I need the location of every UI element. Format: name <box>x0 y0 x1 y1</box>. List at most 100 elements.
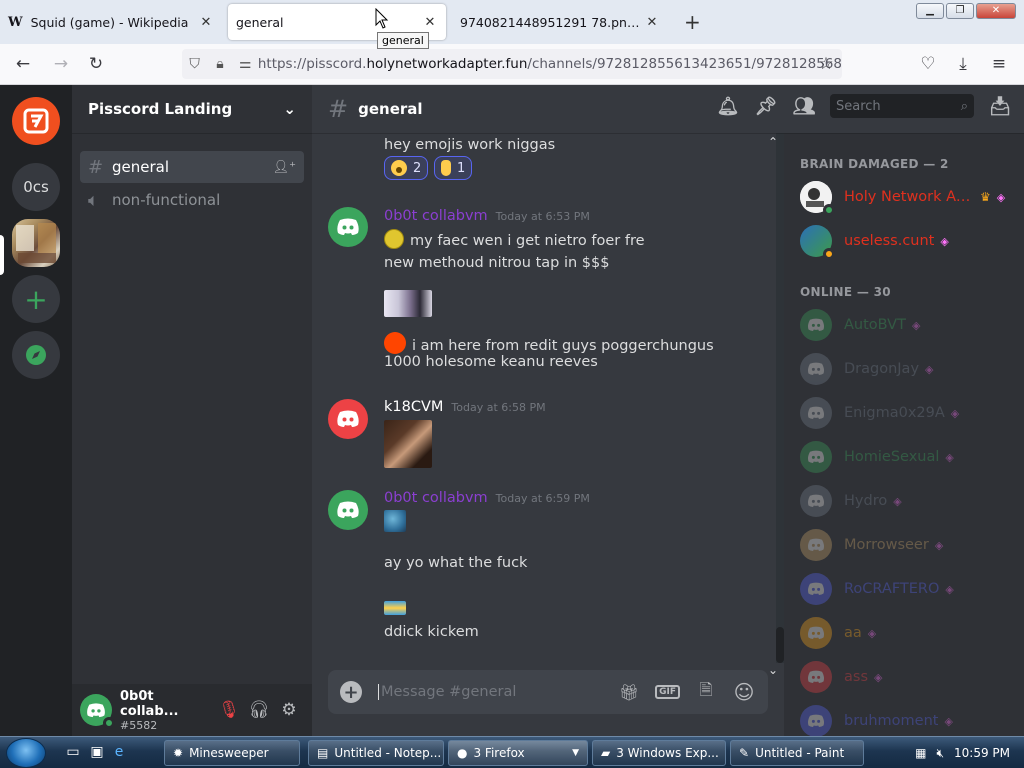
avatar[interactable] <box>80 694 115 729</box>
scroll-thumb[interactable] <box>776 627 784 663</box>
discord-logo-icon <box>808 406 824 419</box>
pocket-icon[interactable]: ♡ <box>917 54 939 74</box>
avatar[interactable] <box>328 490 368 530</box>
download-icon[interactable]: ⤓ <box>952 54 974 74</box>
image-attachment[interactable] <box>384 510 406 532</box>
network-icon[interactable]: ▦ <box>915 746 926 760</box>
internet-explorer-icon[interactable]: e <box>110 744 128 760</box>
avatar[interactable] <box>328 399 368 439</box>
reaction-middle-finger[interactable]: 1 <box>434 156 473 180</box>
server-header[interactable]: Pisscord Landing ⌄ <box>72 85 312 133</box>
windows-taskbar: ▭ ▣ e ✹ Minesweeper ▤ Untitled - Notep... ● 3… <box>0 736 1024 768</box>
member-item[interactable]: useless.cunt ◈ <box>800 221 1020 261</box>
server-icon-pisscord-landing[interactable] <box>12 219 60 267</box>
permissions-icon[interactable]: ⚌ <box>233 56 258 72</box>
taskbar-button[interactable]: ✎ Untitled - Paint <box>730 740 864 766</box>
reload-icon[interactable]: ↻ <box>85 54 107 74</box>
explore-servers-button[interactable] <box>12 331 60 379</box>
avatar <box>800 353 832 385</box>
tab-wikipedia[interactable]: W Squid (game) - Wikipedia ✕ <box>0 4 222 40</box>
chevron-down-icon[interactable]: ⌄ <box>768 663 778 677</box>
taskbar-button[interactable]: ▤ Untitled - Notep... <box>308 740 444 766</box>
add-server-button[interactable]: + <box>12 275 60 323</box>
new-tab-button[interactable]: + <box>684 10 701 34</box>
chevron-up-icon[interactable]: ⌃ <box>768 135 778 149</box>
scrollbar[interactable] <box>776 133 784 663</box>
author-name[interactable]: 0b0t collabvm <box>384 490 488 506</box>
taskbar-button[interactable]: ▰ 3 Windows Exp... ▼ <box>592 740 726 766</box>
mute-mic-icon[interactable]: 🎙︎ <box>214 700 244 720</box>
member-item[interactable]: ass ◈ <box>800 657 1020 697</box>
sticker-icon[interactable]: 🗎 <box>694 679 718 706</box>
show-desktop-icon[interactable]: ▭ <box>64 744 82 760</box>
explorer-quicklaunch-icon[interactable]: ▣ <box>88 744 106 760</box>
member-item[interactable]: bruhmoment ◈ <box>800 701 1020 736</box>
author-name[interactable]: k18CVM <box>384 399 443 415</box>
member-item[interactable]: Enigma0x29A ◈ <box>800 393 1020 433</box>
close-icon[interactable]: ✕ <box>198 15 214 30</box>
pin-icon[interactable]: 📌︎ <box>754 96 778 117</box>
taskbar-button[interactable]: ✹ Minesweeper <box>164 740 300 766</box>
headphones-icon[interactable]: 🎧︎ <box>244 700 274 720</box>
bell-icon[interactable]: 🔔︎ <box>716 96 740 117</box>
taskbar-label: Minesweeper <box>189 746 269 760</box>
start-button[interactable] <box>6 738 46 768</box>
clock[interactable]: 10:59 PM <box>954 746 1010 760</box>
server-icon-0cs[interactable]: 0cs <box>12 163 60 211</box>
channel-general[interactable]: # general 👤︎⁺ <box>80 151 304 183</box>
close-icon[interactable]: ✕ <box>644 15 660 30</box>
member-item[interactable]: AutoBVT ◈ <box>800 305 1020 345</box>
search-input[interactable]: Search ⌕ <box>830 94 974 118</box>
system-tray: ▦ 🔇︎ 10:59 PM <box>915 737 1024 768</box>
member-item[interactable]: HomieSexual ◈ <box>800 437 1020 477</box>
avatar <box>800 573 832 605</box>
server-name: Pisscord Landing <box>88 100 233 118</box>
tab-jpeg-image[interactable]: 9740821448951291 78.png (JPEG Ima ✕ <box>452 4 668 40</box>
shield-icon[interactable]: ⛉ <box>182 56 207 72</box>
gift-icon[interactable]: 🎁︎ <box>617 683 641 702</box>
discord-logo-icon <box>808 494 824 507</box>
members-icon[interactable]: 👥︎ <box>792 96 816 117</box>
forward-arrow-icon[interactable]: → <box>50 54 72 74</box>
search-placeholder: Search <box>836 98 881 114</box>
member-item[interactable]: RoCRAFTERO ◈ <box>800 569 1020 609</box>
inbox-icon[interactable]: 📥︎ <box>988 96 1012 117</box>
url-bar[interactable]: ⛉ 🔒︎ ⚌ https://pisscord. holynetworkadapt… <box>182 49 842 79</box>
lock-icon[interactable]: 🔒︎ <box>207 56 232 72</box>
home-button[interactable] <box>12 97 60 145</box>
message-input[interactable]: Message #general <box>378 684 603 700</box>
avatar[interactable] <box>328 207 368 247</box>
tab-title: general <box>236 14 284 30</box>
reaction-astonished[interactable]: 2 <box>384 156 429 180</box>
image-attachment[interactable] <box>384 290 432 317</box>
avatar <box>800 617 832 649</box>
volume-muted-icon[interactable]: 🔇︎ <box>936 746 944 761</box>
role-header: BRAIN DAMAGED — 2 <box>800 157 949 171</box>
avatar <box>800 397 832 429</box>
taskbar-button[interactable]: ● 3 Firefox ▼ <box>448 740 588 766</box>
member-item[interactable]: DragonJay ◈ <box>800 349 1020 389</box>
create-invite-icon[interactable]: 👤︎⁺ <box>273 160 296 175</box>
member-name: Holy Network Ad... <box>844 189 974 205</box>
member-item[interactable]: Hydro ◈ <box>800 481 1020 521</box>
minimize-button[interactable]: ▁ <box>916 3 944 19</box>
back-arrow-icon[interactable]: ← <box>12 54 34 74</box>
url-domain: holynetworkadapter.fun <box>366 56 528 72</box>
maximize-button[interactable]: ❐ <box>946 3 974 19</box>
gif-icon[interactable]: GIF <box>655 685 680 699</box>
close-icon[interactable]: ✕ <box>422 15 438 30</box>
member-item[interactable]: Morrowseer ◈ <box>800 525 1020 565</box>
attach-plus-button[interactable]: + <box>340 681 362 703</box>
member-item[interactable]: Holy Network Ad... ♛ ◈ <box>800 177 1020 217</box>
menu-icon[interactable]: ≡ <box>988 54 1010 74</box>
close-window-button[interactable]: ✕ <box>976 3 1016 19</box>
image-attachment[interactable] <box>384 601 406 615</box>
emoji-picker-icon[interactable]: ☺ <box>732 680 756 704</box>
member-item[interactable]: aa ◈ <box>800 613 1020 653</box>
bookmark-star-icon[interactable]: ☆ <box>815 54 837 74</box>
avatar <box>800 309 832 341</box>
channel-non-functional[interactable]: 🔈︎ non-functional <box>80 184 304 216</box>
image-attachment[interactable] <box>384 420 432 468</box>
gear-icon[interactable]: ⚙ <box>274 700 304 720</box>
author-name[interactable]: 0b0t collabvm <box>384 208 488 224</box>
